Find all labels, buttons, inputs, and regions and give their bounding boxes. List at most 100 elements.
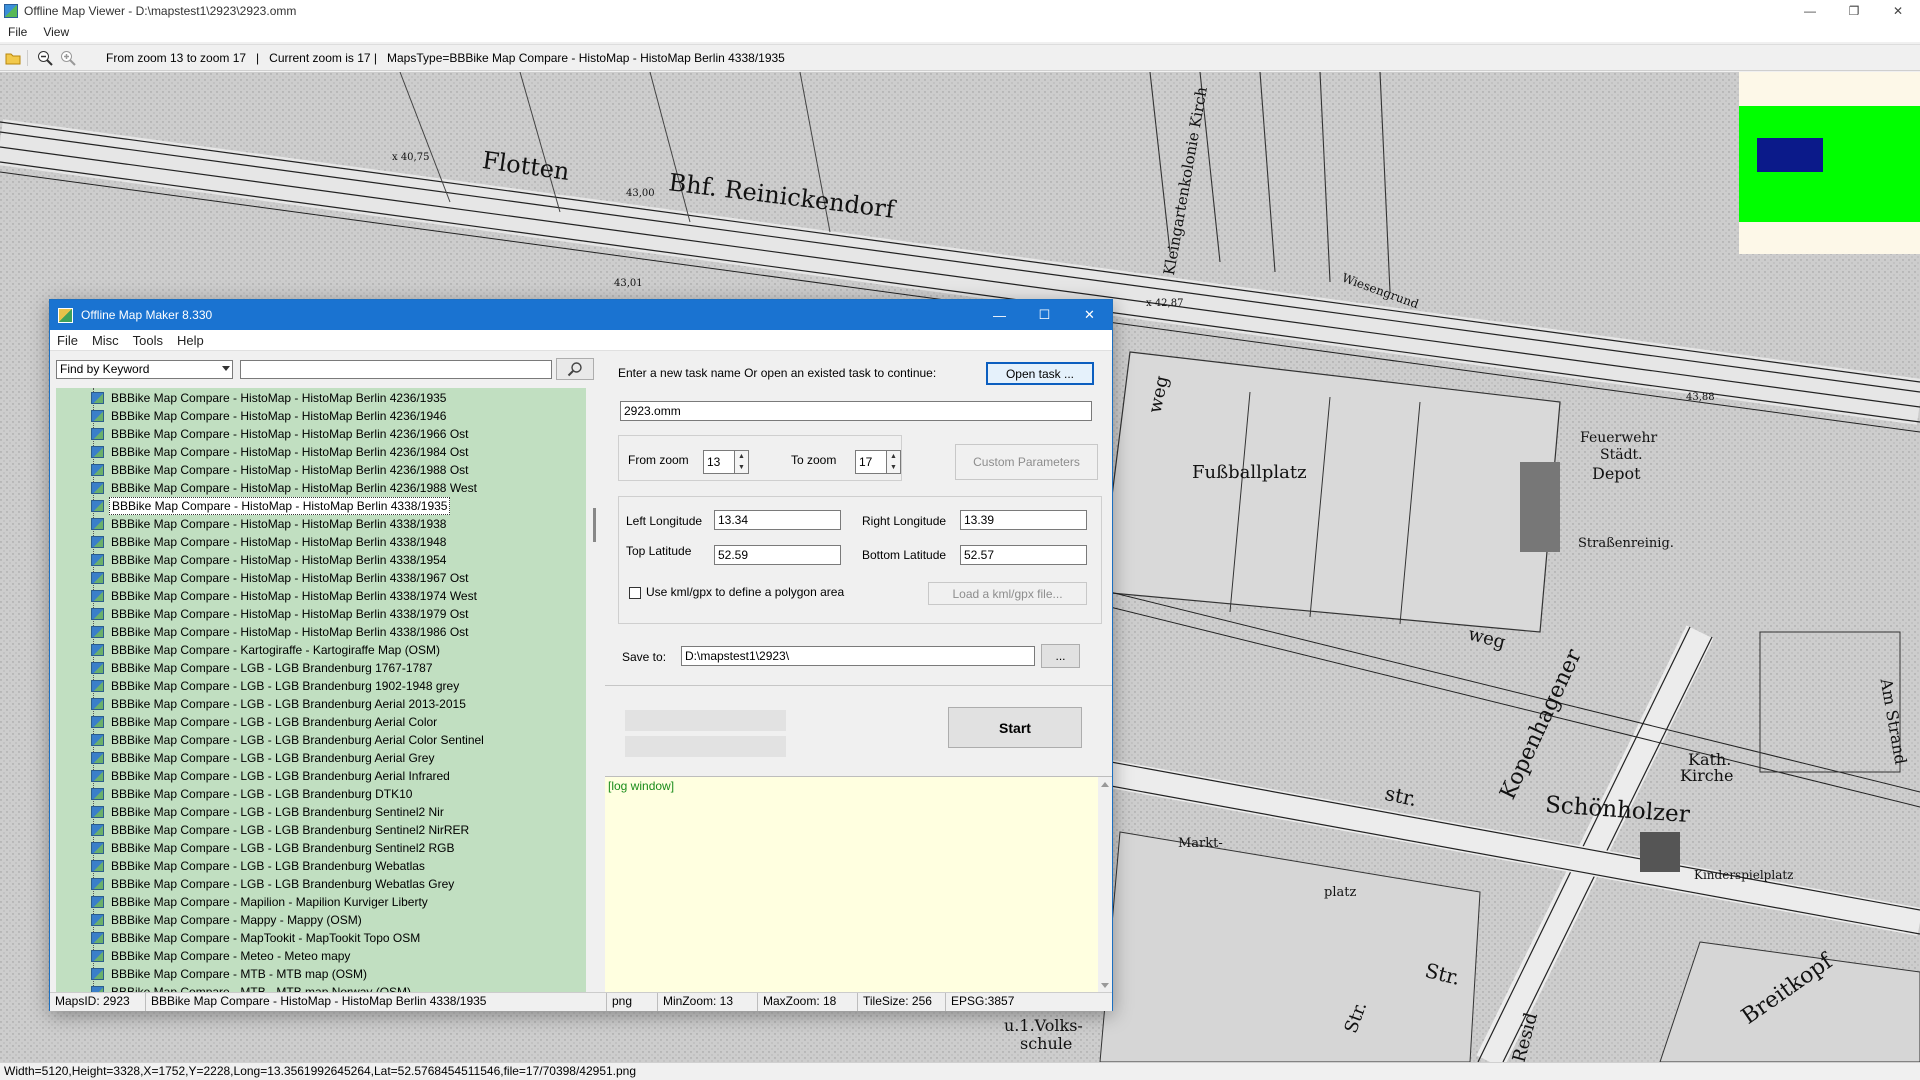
tree-item[interactable]: BBBike Map Compare - HistoMap - HistoMap… (91, 407, 448, 425)
tree-item-label: BBBike Map Compare - LGB - LGB Brandenbu… (111, 841, 455, 855)
dialog-menubar: File Misc Tools Help (50, 330, 1112, 351)
tree-item[interactable]: BBBike Map Compare - LGB - LGB Brandenbu… (91, 767, 452, 785)
open-task-button[interactable]: Open task ... (986, 362, 1094, 385)
tree-item[interactable]: BBBike Map Compare - LGB - LGB Brandenbu… (91, 803, 446, 821)
tree-item[interactable]: BBBike Map Compare - HistoMap - HistoMap… (91, 497, 451, 515)
load-kml-button[interactable]: Load a kml/gpx file... (928, 582, 1087, 605)
spin-down-icon[interactable]: ▼ (887, 462, 900, 473)
status-epsg: EPSG:3857 (951, 994, 1015, 1008)
tree-item[interactable]: BBBike Map Compare - Mappy - Mappy (OSM) (91, 911, 364, 929)
tree-item[interactable]: BBBike Map Compare - LGB - LGB Brandenbu… (91, 839, 457, 857)
tree-item[interactable]: BBBike Map Compare - Meteo - Meteo mapy (91, 947, 352, 965)
zoom-in-icon[interactable] (58, 48, 78, 68)
search-button[interactable] (556, 358, 594, 380)
tree-item[interactable]: BBBike Map Compare - HistoMap - HistoMap… (91, 389, 448, 407)
to-zoom-stepper[interactable]: 17 ▲ ▼ (855, 450, 901, 474)
restore-icon[interactable]: ❐ (1832, 0, 1876, 22)
minimap-selection[interactable] (1757, 138, 1823, 172)
menu-file[interactable]: File (0, 25, 35, 39)
tree-item[interactable]: BBBike Map Compare - LGB - LGB Brandenbu… (91, 785, 414, 803)
dialog-close-icon[interactable]: ✕ (1067, 300, 1112, 330)
right-longitude-field[interactable]: 13.39 (960, 510, 1087, 530)
task-name-field[interactable]: 2923.omm (620, 401, 1092, 421)
tree-item[interactable]: BBBike Map Compare - LGB - LGB Brandenbu… (91, 695, 468, 713)
tree-item-label: BBBike Map Compare - LGB - LGB Brandenbu… (111, 805, 444, 819)
scroll-down-icon[interactable] (1101, 983, 1109, 988)
dialog-menu-file[interactable]: File (50, 333, 85, 348)
map-type-tree[interactable]: BBBike Map Compare - HistoMap - HistoMap… (56, 388, 586, 992)
tree-item[interactable]: BBBike Map Compare - HistoMap - HistoMap… (91, 515, 448, 533)
tree-item[interactable]: BBBike Map Compare - HistoMap - HistoMap… (91, 605, 471, 623)
menu-view[interactable]: View (35, 25, 77, 39)
zoom-info: From zoom 13 to zoom 17 | Current zoom i… (106, 50, 785, 65)
tree-item[interactable]: BBBike Map Compare - LGB - LGB Brandenbu… (91, 659, 435, 677)
bottom-latitude-field[interactable]: 52.57 (960, 545, 1087, 565)
map-layer-icon (91, 788, 104, 800)
spin-up-icon[interactable]: ▲ (887, 451, 900, 462)
tree-scrollbar-thumb[interactable] (593, 508, 596, 542)
tree-item[interactable]: BBBike Map Compare - HistoMap - HistoMap… (91, 623, 471, 641)
tree-item[interactable]: BBBike Map Compare - MTB - MTB map Norwa… (91, 983, 413, 992)
save-to-field[interactable]: D:\mapstest1\2923\ (681, 646, 1035, 666)
from-zoom-value[interactable]: 13 (703, 450, 735, 474)
map-label-volksschule-2: schule (1020, 1034, 1073, 1053)
tree-item[interactable]: BBBike Map Compare - Kartogiraffe - Kart… (91, 641, 442, 659)
dialog-menu-misc[interactable]: Misc (85, 333, 126, 348)
map-label-kirche: Kirche (1680, 766, 1734, 785)
tree-item[interactable]: BBBike Map Compare - LGB - LGB Brandenbu… (91, 731, 486, 749)
tree-item[interactable]: BBBike Map Compare - HistoMap - HistoMap… (91, 569, 471, 587)
close-icon[interactable]: ✕ (1876, 0, 1920, 22)
viewer-menubar: File View (0, 22, 1920, 42)
tree-item-label: BBBike Map Compare - HistoMap - HistoMap… (109, 497, 451, 515)
tree-item[interactable]: BBBike Map Compare - HistoMap - HistoMap… (91, 551, 448, 569)
tree-item[interactable]: BBBike Map Compare - Mapilion - Mapilion… (91, 893, 430, 911)
log-scrollbar[interactable] (1098, 777, 1112, 993)
log-window[interactable]: [log window] (605, 776, 1112, 993)
browse-button[interactable]: ... (1041, 644, 1080, 668)
scroll-up-icon[interactable] (1101, 782, 1109, 787)
tree-item[interactable]: BBBike Map Compare - HistoMap - HistoMap… (91, 479, 479, 497)
tree-item[interactable]: BBBike Map Compare - HistoMap - HistoMap… (91, 425, 471, 443)
spin-up-icon[interactable]: ▲ (735, 451, 748, 462)
tree-item[interactable]: BBBike Map Compare - LGB - LGB Brandenbu… (91, 749, 436, 767)
map-maker-dialog: Offline Map Maker 8.330 — ☐ ✕ File Misc … (49, 299, 1113, 1011)
start-button[interactable]: Start (948, 707, 1082, 748)
tree-item[interactable]: BBBike Map Compare - LGB - LGB Brandenbu… (91, 821, 471, 839)
tree-item[interactable]: BBBike Map Compare - MTB - MTB map (OSM) (91, 965, 369, 983)
tree-item[interactable]: BBBike Map Compare - LGB - LGB Brandenbu… (91, 875, 456, 893)
tree-item[interactable]: BBBike Map Compare - LGB - LGB Brandenbu… (91, 857, 427, 875)
tree-scrollbar[interactable] (590, 388, 604, 992)
tree-item[interactable]: BBBike Map Compare - MapTookit - MapTook… (91, 929, 422, 947)
to-zoom-value[interactable]: 17 (855, 450, 887, 474)
status-maps-id: MapsID: 2923 (50, 993, 146, 1011)
open-folder-icon[interactable] (3, 48, 23, 68)
map-layer-icon (91, 608, 104, 620)
tree-item[interactable]: BBBike Map Compare - LGB - LGB Brandenbu… (91, 677, 461, 695)
top-latitude-field[interactable]: 52.59 (714, 545, 841, 565)
task-prompt: Enter a new task name Or open an existed… (618, 366, 937, 380)
find-mode-select[interactable]: Find by Keyword (56, 360, 233, 379)
divider (605, 685, 1112, 686)
tree-item-label: BBBike Map Compare - HistoMap - HistoMap… (111, 391, 447, 405)
custom-parameters-button[interactable]: Custom Parameters (955, 444, 1098, 480)
left-longitude-field[interactable]: 13.34 (714, 510, 841, 530)
tree-item[interactable]: BBBike Map Compare - HistoMap - HistoMap… (91, 443, 471, 461)
minimize-icon[interactable]: — (1788, 0, 1832, 22)
tree-item[interactable]: BBBike Map Compare - HistoMap - HistoMap… (91, 587, 479, 605)
spin-down-icon[interactable]: ▼ (735, 462, 748, 473)
tree-item[interactable]: BBBike Map Compare - HistoMap - HistoMap… (91, 461, 471, 479)
from-zoom-stepper[interactable]: 13 ▲ ▼ (703, 450, 749, 474)
zoom-out-icon[interactable] (35, 48, 55, 68)
dialog-menu-help[interactable]: Help (170, 333, 211, 348)
use-kml-checkbox[interactable] (629, 587, 641, 599)
tree-item[interactable]: BBBike Map Compare - HistoMap - HistoMap… (91, 533, 448, 551)
minimap[interactable] (1739, 72, 1920, 254)
map-layer-icon (91, 500, 104, 512)
tree-item[interactable]: BBBike Map Compare - LGB - LGB Brandenbu… (91, 713, 439, 731)
map-layer-icon (91, 842, 104, 854)
dialog-maximize-icon[interactable]: ☐ (1022, 300, 1067, 330)
dialog-minimize-icon[interactable]: — (977, 300, 1022, 330)
dialog-menu-tools[interactable]: Tools (126, 333, 170, 348)
dialog-titlebar[interactable]: Offline Map Maker 8.330 — ☐ ✕ (50, 300, 1112, 330)
search-input[interactable] (240, 360, 552, 379)
